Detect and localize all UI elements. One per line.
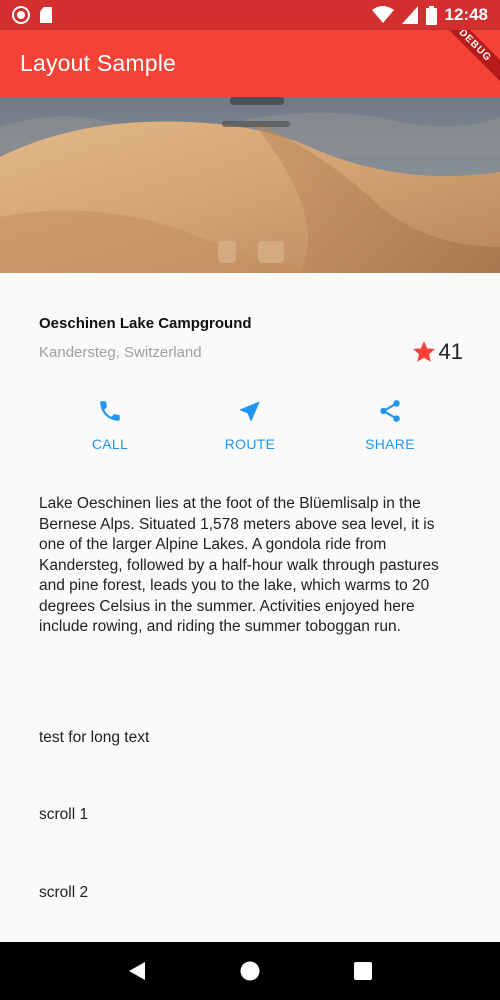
call-label: CALL: [91, 436, 129, 452]
debug-banner-label: DEBUG: [430, 30, 500, 90]
share-button[interactable]: SHARE: [330, 398, 450, 462]
record-icon: [12, 6, 30, 24]
share-icon: [380, 400, 400, 422]
place-name: Oeschinen Lake Campground: [39, 315, 252, 332]
title-section: Oeschinen Lake Campground Kandersteg, Sw…: [0, 273, 500, 383]
back-icon: [128, 962, 145, 980]
button-section: CALL ROUTE SHARE: [0, 398, 500, 462]
sd-card-icon: [40, 7, 52, 23]
recents-button[interactable]: [343, 951, 383, 991]
signal-icon: [401, 6, 418, 24]
app-title: Layout Sample: [20, 50, 177, 76]
status-left: [12, 6, 52, 24]
wifi-icon: [371, 6, 394, 24]
navigation-icon: [240, 401, 260, 421]
home-icon: [240, 961, 260, 981]
title-column: Oeschinen Lake Campground Kandersteg, Sw…: [39, 313, 252, 383]
scroll-item-2: scroll 2: [39, 884, 89, 901]
route-button[interactable]: ROUTE: [190, 398, 310, 462]
app-bar: Layout Sample DEBUG: [0, 30, 500, 97]
route-label: ROUTE: [224, 436, 276, 452]
debug-banner: DEBUG: [410, 30, 500, 90]
hero-image: [0, 97, 500, 273]
rating[interactable]: 41: [411, 321, 463, 383]
status-bar: 12:48: [0, 0, 500, 30]
navigation-bar: [0, 942, 500, 1000]
description-text: Lake Oeschinen lies at the foot of the B…: [39, 495, 439, 635]
long-text-item: test for long text: [39, 729, 150, 746]
share-label: SHARE: [365, 436, 415, 452]
back-button[interactable]: [117, 951, 157, 991]
place-location: Kandersteg, Switzerland: [39, 344, 202, 361]
battery-icon: [425, 5, 437, 25]
phone-icon: [100, 401, 120, 421]
recents-icon: [354, 962, 373, 980]
rating-count: 41: [438, 339, 463, 364]
scroll-item-1: scroll 1: [39, 806, 89, 823]
home-button[interactable]: [230, 951, 270, 991]
star-icon: [412, 341, 435, 362]
status-time: 12:48: [444, 5, 488, 24]
call-button[interactable]: CALL: [50, 398, 170, 462]
status-right: 12:48: [371, 5, 488, 25]
